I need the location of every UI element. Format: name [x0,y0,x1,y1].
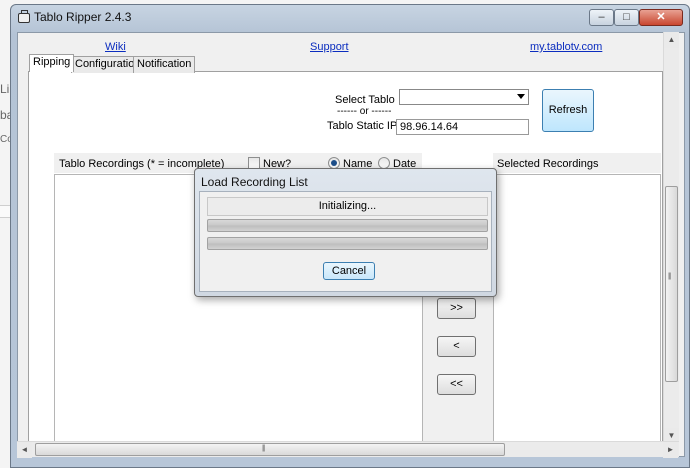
tab-ripping[interactable]: Ripping [29,54,75,72]
load-recording-dialog: Load Recording List Initializing... Canc… [194,168,497,297]
vertical-scroll-thumb[interactable]: ||| [665,186,678,382]
dialog-title: Load Recording List [201,175,308,189]
minimize-button[interactable]: – [589,9,614,26]
tablotv-link[interactable]: my.tablotv.com [530,41,602,53]
static-ip-label: Tablo Static IP [327,120,398,132]
maximize-button[interactable]: □ [614,9,639,26]
select-tablo-label: Select Tablo [335,94,395,106]
scroll-right-button[interactable]: ► [663,442,678,458]
scroll-up-button[interactable]: ▲ [664,32,679,48]
horizontal-scrollbar[interactable]: ◄ ||| ► [17,441,679,458]
background-text-fragment: Li [0,82,10,96]
cancel-button[interactable]: Cancel [323,262,375,280]
grip-icon: ||| [262,445,266,452]
refresh-button[interactable]: Refresh [542,89,594,132]
status-text: Initializing... [207,197,488,216]
window-title: Tablo Ripper 2.4.3 [34,10,132,24]
add-all-button[interactable]: >> [437,298,476,319]
tab-notification[interactable]: Notification [133,56,196,73]
remove-button[interactable]: < [437,336,476,357]
support-link[interactable]: Support [310,41,349,53]
progress-bar [207,237,488,250]
app-icon [18,10,30,23]
or-separator: ------ or ------ [337,106,392,117]
remove-all-button[interactable]: << [437,374,476,395]
wiki-link[interactable]: Wiki [105,41,126,53]
selected-recordings-header: Selected Recordings [497,158,599,170]
scroll-left-button[interactable]: ◄ [17,442,32,458]
dialog-body: Initializing... Cancel [199,191,492,292]
static-ip-input[interactable]: 98.96.14.64 [396,119,529,135]
horizontal-scroll-thumb[interactable]: ||| [35,443,505,456]
vertical-scrollbar[interactable]: ▲ ||| ▼ [663,32,679,444]
grip-icon: ||| [668,273,672,280]
select-tablo-dropdown[interactable] [399,89,529,105]
progress-bar [207,219,488,232]
selected-recordings-list[interactable] [493,174,661,444]
chevron-down-icon [517,94,525,99]
close-button[interactable]: ✕ [639,9,683,26]
